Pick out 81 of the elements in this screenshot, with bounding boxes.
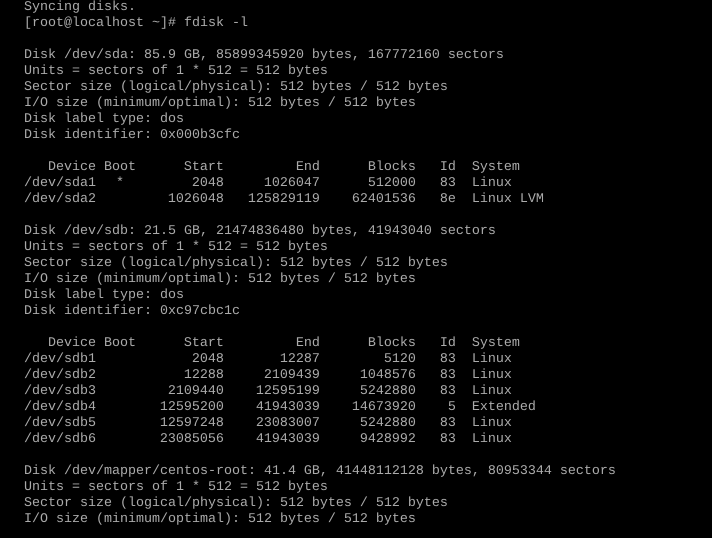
table-cell-text: 12288 (182, 368, 224, 384)
table-cell-text: Linux (470, 384, 513, 400)
console-line: Units = sectors of 1 * 512 = 512 bytes (24, 64, 329, 80)
console-line: Units = sectors of 1 * 512 = 512 bytes (24, 240, 329, 256)
table-cell-text: 12597248 (158, 416, 224, 432)
column-header: Start (182, 336, 224, 352)
column-header: System (470, 160, 521, 176)
console-line: I/O size (minimum/optimal): 512 bytes / 512 bytes (24, 272, 417, 288)
table-cell-text: 83 (438, 368, 456, 384)
table-cell-text: 23085056 (158, 432, 224, 448)
table-cell-text: 5242880 (358, 416, 416, 432)
console-line: Disk identifier: 0x000b3cfc (24, 128, 241, 144)
table-cell-text: 2048 (190, 352, 224, 368)
table-cell-text: 1048576 (358, 368, 416, 384)
column-header: Start (182, 160, 224, 176)
table-cell-text: 23083007 (254, 416, 320, 432)
table-cell-text: Extended (470, 400, 536, 416)
console-line: [root@localhost ~]# fdisk -l (24, 16, 249, 32)
column-header: Blocks (366, 336, 416, 352)
column-header: System (470, 336, 521, 352)
table-cell-text: 2109440 (166, 384, 224, 400)
table-cell-text: 83 (438, 384, 456, 400)
table-cell-text: Linux (470, 368, 513, 384)
console-line: Syncing disks. (24, 0, 137, 16)
table-cell-text: Linux (470, 416, 513, 432)
table-cell-text: 62401536 (350, 192, 416, 208)
table-cell-text: 1026048 (166, 192, 224, 208)
table-cell-text: 83 (438, 176, 456, 192)
table-cell-text: 41943039 (254, 400, 320, 416)
console-line: I/O size (minimum/optimal): 512 bytes / 512 bytes (24, 512, 417, 528)
console-line: Units = sectors of 1 * 512 = 512 bytes (24, 480, 329, 496)
table-cell-text: 2109439 (262, 368, 320, 384)
table-cell-text: 12287 (278, 352, 320, 368)
table-cell-text: Linux LVM (470, 192, 544, 208)
table-cell-text: 12595199 (254, 384, 320, 400)
table-cell-text: 125829119 (246, 192, 320, 208)
console-line: Disk label type: dos (24, 288, 185, 304)
console-line: Sector size (logical/physical): 512 bytes / 512 bytes (24, 256, 449, 272)
table-cell-text: * (114, 176, 125, 192)
console-line: I/O size (minimum/optimal): 512 bytes / 512 bytes (24, 96, 417, 112)
table-cell-text: 5242880 (358, 384, 416, 400)
table-cell-text: 83 (438, 416, 456, 432)
table-cell-text: Linux (470, 176, 513, 192)
table-cell: /dev/sdb6 (24, 432, 96, 448)
column-header: Id (438, 336, 456, 352)
table-cell: /dev/sdb2 (24, 368, 96, 384)
table-cell: /dev/sda2 (24, 192, 96, 208)
column-header: Boot (102, 160, 136, 176)
console-line: Sector size (logical/physical): 512 bytes / 512 bytes (24, 496, 449, 512)
table-cell-text: 83 (438, 352, 456, 368)
table-cell-text: 83 (438, 432, 456, 448)
table-cell: /dev/sdb3 (24, 384, 96, 400)
table-cell: /dev/sdb1 (24, 352, 96, 368)
table-cell-text: Linux (470, 352, 513, 368)
table-cell-text: 5 (446, 400, 456, 416)
table-cell-text: 8e (438, 192, 456, 208)
column-header: Blocks (366, 160, 416, 176)
table-cell: /dev/sdb5 (24, 416, 96, 432)
table-cell-text: 2048 (190, 176, 224, 192)
table-cell: /dev/sdb4 (24, 400, 96, 416)
console-line: Disk identifier: 0xc97cbc1c (24, 304, 241, 320)
table-cell-text: 14673920 (350, 400, 416, 416)
console-line: Sector size (logical/physical): 512 bytes / 512 bytes (24, 80, 449, 96)
column-header: Id (438, 160, 456, 176)
table-cell-text: 9428992 (358, 432, 416, 448)
column-header: End (294, 336, 320, 352)
table-cell-text: 12595200 (158, 400, 224, 416)
table-cell: /dev/sda1 (24, 176, 96, 192)
column-header: End (294, 160, 320, 176)
console-line: Disk /dev/mapper/centos-root: 41.4 GB, 41448112128 bytes, 80953344 sectors (24, 464, 617, 480)
console-line: Disk label type: dos (24, 112, 185, 128)
table-cell-text: 1026047 (262, 176, 320, 192)
table-cell-text: 512000 (366, 176, 416, 192)
column-header: Device (46, 160, 96, 176)
column-header: Device (46, 336, 96, 352)
column-header: Boot (102, 336, 136, 352)
table-cell-text: 41943039 (254, 432, 320, 448)
table-cell-text: 5120 (382, 352, 416, 368)
table-cell-text: Linux (470, 432, 513, 448)
console-line: Disk /dev/sdb: 21.5 GB, 21474836480 bytes, 41943040 sectors (24, 224, 497, 240)
console-line: Disk /dev/sda: 85.9 GB, 85899345920 bytes, 167772160 sectors (24, 48, 505, 64)
